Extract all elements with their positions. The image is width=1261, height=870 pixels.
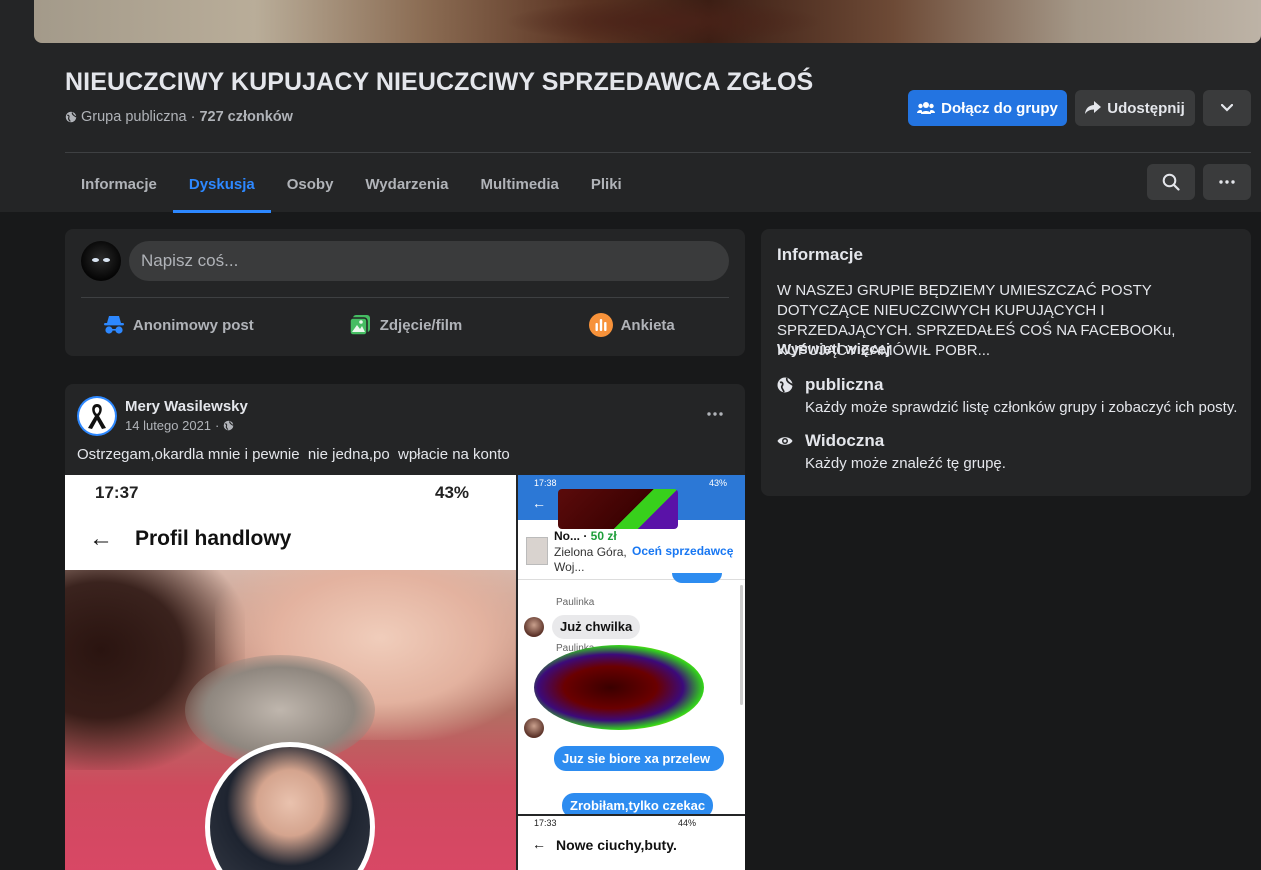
listing-status-time: 17:33 <box>534 818 557 828</box>
info-title: Informacje <box>777 245 863 264</box>
eye-icon <box>777 437 793 445</box>
post-options-button[interactable] <box>699 400 731 428</box>
chat-sender-name: Paulinka <box>556 597 595 608</box>
phone-status-battery: 43% <box>435 483 470 502</box>
back-arrow-icon: ← <box>532 836 546 852</box>
globe-icon <box>65 111 77 123</box>
cover-photo[interactable] <box>34 0 1261 43</box>
meta-separator: · <box>190 109 196 125</box>
public-label: publiczna <box>805 375 884 394</box>
info-visible-row: Widoczna Każdy może znaleźć tę grupę. <box>777 431 1006 472</box>
post-timestamp: 14 lutego 2021 · <box>125 418 235 433</box>
tab-more-button[interactable] <box>1203 164 1251 200</box>
group-privacy[interactable]: Grupa publiczna <box>81 109 187 125</box>
tab-informacje[interactable]: Informacje <box>65 156 173 212</box>
chat-bubble-received: Już chwilka <box>552 615 641 639</box>
people-icon <box>917 102 936 114</box>
listing-status-battery: 44% <box>678 818 697 828</box>
join-group-button[interactable]: Dołącz do grupy <box>908 90 1067 126</box>
group-search-button[interactable] <box>1147 164 1195 200</box>
mourning-ribbon-icon <box>88 404 106 429</box>
chat-status-time: 17:38 <box>534 478 557 488</box>
chevron-down-icon <box>1221 104 1233 112</box>
more-options-button[interactable] <box>1203 90 1251 126</box>
header-divider <box>65 152 1251 153</box>
tab-osoby[interactable]: Osoby <box>271 156 350 212</box>
share-label: Udostępnij <box>1107 99 1185 117</box>
tab-wydarzenia[interactable]: Wydarzenia <box>349 156 464 212</box>
tab-pliki[interactable]: Pliki <box>575 156 638 212</box>
chat-status-battery: 43% <box>708 478 727 488</box>
public-description: Każdy może sprawdzić listę członków grup… <box>805 399 1238 416</box>
group-tabs: Informacje Dyskusja Osoby Wydarzenia Mul… <box>65 156 638 213</box>
post-date[interactable]: 14 lutego 2021 <box>125 418 211 433</box>
tab-dyskusja[interactable]: Dyskusja <box>172 156 271 213</box>
post-photo-chat[interactable]: 17:38 43% ← No... · 50 zł Zielona Góra, … <box>518 475 745 814</box>
more-dots-icon <box>1219 180 1235 184</box>
anonymous-icon <box>103 316 124 334</box>
photo-video-button[interactable]: Zdjęcie/film <box>292 305 519 345</box>
photo-video-label: Zdjęcie/film <box>379 316 463 334</box>
chat-bubble-sent: Juz sie biore xa przelew <box>554 746 724 771</box>
feed-post: Mery Wasilewsky 14 lutego 2021 · Ostrzeg… <box>65 384 745 870</box>
product-price: 50 zł <box>590 529 617 543</box>
share-button[interactable]: Udostępnij <box>1075 90 1195 126</box>
chat-scrollbar <box>740 585 743 705</box>
post-date-separator: · <box>215 418 220 433</box>
poll-icon <box>588 313 613 337</box>
screenshot-title: Profil handlowy <box>135 527 292 550</box>
globe-icon <box>224 420 235 431</box>
group-meta: Grupa publiczna · 727 członków <box>65 109 293 125</box>
group-info-card: Informacje W NASZEJ GRUPIE BĘDZIEMY UMIE… <box>761 229 1251 496</box>
phone-status-time: 17:37 <box>95 483 139 502</box>
post-composer: Napisz coś... Anonimowy post Zdjęcie/fil… <box>65 229 745 356</box>
product-title: No... <box>554 529 580 543</box>
join-group-label: Dołącz do grupy <box>941 99 1058 117</box>
back-arrow-icon: ← <box>532 495 546 511</box>
search-icon <box>1162 173 1180 191</box>
post-author-avatar[interactable] <box>77 396 117 436</box>
chat-bubble-sent-2: Zrobiłam,tylko czekac <box>562 793 714 814</box>
post-text: Ostrzegam,okardla mnie i pewnie nie jedn… <box>77 446 510 463</box>
back-arrow-icon: ← <box>89 525 113 552</box>
poll-button[interactable]: Ankieta <box>518 305 745 345</box>
redacted-message-scribble <box>534 645 704 730</box>
member-count[interactable]: 727 członków <box>199 109 292 125</box>
composer-divider <box>81 297 729 298</box>
visible-label: Widoczna <box>805 431 885 450</box>
group-title[interactable]: NIEUCZCIWY KUPUJACY NIEUCZCIWY SPRZEDAWC… <box>65 68 813 97</box>
chat-avatar <box>524 617 544 637</box>
user-avatar[interactable] <box>81 241 121 281</box>
write-something-input[interactable]: Napisz coś... <box>129 241 729 281</box>
share-icon <box>1085 101 1102 114</box>
poll-label: Ankieta <box>620 316 675 334</box>
chat-bubble-partial <box>672 573 722 583</box>
more-dots-icon <box>707 412 723 416</box>
anonymous-post-label: Anonimowy post <box>132 316 254 334</box>
product-location: Zielona Góra, Woj... <box>554 545 627 574</box>
chat-avatar-2 <box>524 718 544 738</box>
rate-seller-link: Oceń sprzedawcę <box>632 544 734 558</box>
post-author-name[interactable]: Mery Wasilewsky <box>125 398 248 415</box>
globe-icon <box>777 377 793 393</box>
redacted-name-scribble <box>558 489 678 529</box>
anonymous-post-button[interactable]: Anonimowy post <box>65 305 292 345</box>
listing-title: Nowe ciuchy,buty. <box>556 837 677 853</box>
product-thumbnail <box>526 537 548 565</box>
info-public-row: publiczna Każdy może sprawdzić listę czł… <box>777 375 1237 416</box>
visible-description: Każdy może znaleźć tę grupę. <box>805 455 1006 472</box>
photo-icon <box>348 315 370 336</box>
see-more-link[interactable]: Wyświetl więcej <box>777 341 890 358</box>
composer-actions: Anonimowy post Zdjęcie/film Ankieta <box>65 305 745 345</box>
post-photo-listing[interactable]: 17:33 44% ← Nowe ciuchy,buty. <box>518 816 745 870</box>
product-name: No... · 50 zł <box>554 529 617 543</box>
post-photo-profile[interactable]: 17:37 43% ← Profil handlowy <box>65 475 516 870</box>
tab-multimedia[interactable]: Multimedia <box>465 156 575 212</box>
